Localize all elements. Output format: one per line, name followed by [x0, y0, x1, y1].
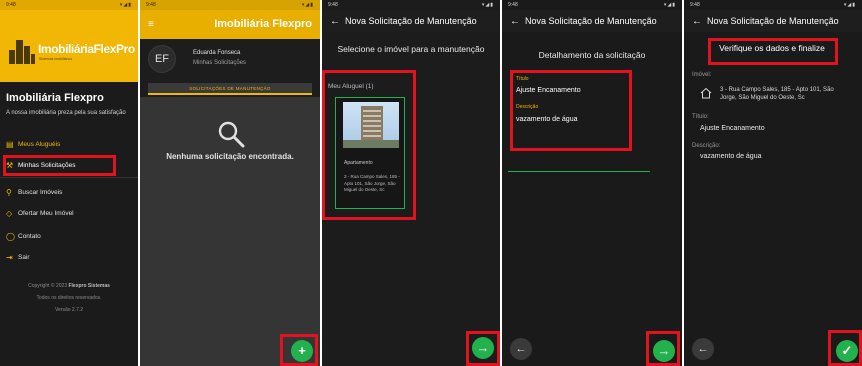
profile-section: EF Eduarda Fonseca Minhas Solicitações S…	[140, 39, 320, 97]
step-heading: Verifique os dados e finalize	[719, 43, 825, 53]
logo-tagline: Sistemas Imobiliários	[39, 57, 73, 61]
status-time: 9:48	[690, 2, 700, 8]
next-button[interactable]: →	[653, 340, 675, 362]
input-underline	[508, 171, 650, 172]
status-time: 9:48	[508, 2, 518, 8]
menu-item-buscar-imoveis[interactable]: ⚲ Buscar Imóveis	[6, 185, 62, 199]
status-icons: ▾◢▮	[663, 2, 676, 8]
property-type: Apartamento	[344, 160, 373, 166]
select-property-screen: 9:48 ▾◢▮ ← Nova Solicitação de Manutençã…	[322, 0, 500, 366]
menu-item-meus-alugueis[interactable]: ▤ Meus Aluguéis	[6, 137, 60, 151]
rights-line: Todos os direitos reservados.	[36, 295, 102, 301]
menu-item-ofertar-imovel[interactable]: ◇ Ofertar Meu Imóvel	[6, 206, 74, 220]
home-icon	[700, 87, 712, 99]
chat-icon: ◯	[6, 231, 15, 241]
empty-state-text: Nenhuma solicitação encontrada.	[166, 152, 294, 161]
status-icons: ▾◢▮	[481, 2, 494, 8]
finish-button[interactable]: ✓	[836, 340, 858, 362]
menu-item-label: Minhas Solicitações	[18, 161, 76, 169]
tab-solicitacoes[interactable]: SOLICITAÇÕES DE MANUTENÇÃO	[148, 83, 312, 95]
step-heading: Detalhamento da solicitação	[538, 50, 646, 60]
step-heading: Selecione o imóvel para a manutenção	[337, 44, 485, 54]
drawer-title: Imobiliária Flexpro	[6, 92, 104, 104]
description-field-label: Descrição	[516, 104, 539, 110]
drawer-header: ImobiliáriaFlexPro Sistemas Imobiliários	[0, 10, 138, 82]
copyright-line: Copyright © 2023 Flexpro Sistemas	[0, 283, 138, 289]
status-bar: 9:48 ▾◢▮	[322, 0, 500, 10]
back-button[interactable]: ←	[510, 338, 532, 360]
property-label: Imóvel:	[692, 72, 712, 78]
menu-item-label: Meus Aluguéis	[18, 140, 61, 148]
screen-title: Nova Solicitação de Manutenção	[707, 16, 839, 26]
add-solicitation-button[interactable]: +	[291, 340, 313, 362]
details-screen: 9:48 ▾◢▮ ← Nova Solicitação de Manutençã…	[502, 0, 682, 366]
screen-title: Nova Solicitação de Manutenção	[345, 16, 477, 26]
logout-icon: ⇥	[6, 252, 13, 262]
back-arrow-icon[interactable]: ←	[692, 16, 702, 27]
search-icon	[218, 121, 245, 148]
hamburger-menu-icon[interactable]: ≡	[148, 19, 154, 30]
status-time: 9:48	[328, 2, 338, 8]
user-subtitle: Minhas Solicitações	[193, 60, 247, 66]
status-icons: ▾◢▮	[843, 2, 856, 8]
property-address: 3 - Rua Campo Sales, 185 - Apto 101, São…	[344, 174, 400, 192]
wrench-icon: ⚒	[6, 160, 14, 170]
description-field[interactable]: vazamento de água	[516, 116, 578, 123]
copyright-prefix: Copyright © 2023	[28, 283, 69, 289]
back-arrow-icon[interactable]: ←	[330, 16, 340, 27]
screen-title: Nova Solicitação de Manutenção	[525, 16, 657, 26]
status-time: 9:48	[146, 2, 156, 8]
menu-item-minhas-solicitacoes[interactable]: ⚒ Minhas Solicitações	[6, 158, 75, 172]
top-bar: ← Nova Solicitação de Manutenção	[502, 10, 682, 32]
property-address: 3 - Rua Campo Sales, 185 - Apto 101, São…	[720, 87, 834, 101]
status-time: 9:48	[6, 2, 16, 8]
brand-logo: ImobiliáriaFlexPro Sistemas Imobiliários	[9, 36, 135, 66]
highlight-box	[510, 70, 632, 151]
logo-name: ImobiliáriaFlexPro	[38, 42, 135, 56]
title-value: Ajuste Encanamento	[700, 125, 765, 132]
menu-item-label: Sair	[18, 253, 30, 261]
top-bar: ← Nova Solicitação de Manutenção	[322, 10, 500, 32]
rental-group-label: Meu Aluguel (1)	[328, 83, 374, 90]
copyright-brand: Flexpro Sistemas	[68, 283, 110, 289]
top-bar: ← Nova Solicitação de Manutenção	[684, 10, 862, 32]
solicitations-screen: 9:48 ▾◢▮ ≡ Imobiliária Flexpro EF Eduard…	[140, 0, 320, 366]
app-title: Imobiliária Flexpro	[214, 18, 312, 30]
app-bar: ≡ Imobiliária Flexpro	[140, 10, 320, 39]
user-name: Eduarda Fonseca	[193, 50, 241, 56]
avatar: EF	[148, 45, 176, 73]
menu-divider	[0, 177, 138, 178]
building-icon	[9, 38, 35, 64]
status-bar: 9:48 ▾◢▮	[0, 0, 138, 10]
drawer-subtitle: A nossa imobiliária preza pela sua satis…	[6, 110, 126, 116]
next-button[interactable]: →	[472, 337, 494, 359]
description-label: Descrição:	[692, 143, 721, 149]
menu-item-contato[interactable]: ◯ Contato	[6, 229, 41, 243]
description-value: vazamento de água	[700, 153, 762, 160]
confirm-screen: 9:48 ▾◢▮ ← Nova Solicitação de Manutençã…	[684, 0, 862, 366]
menu-item-label: Buscar Imóveis	[18, 188, 63, 196]
property-photo	[343, 102, 399, 148]
menu-item-label: Contato	[18, 232, 41, 240]
title-field[interactable]: Ajuste Encanamento	[516, 87, 581, 94]
back-button[interactable]: ←	[692, 338, 714, 360]
status-icons: ▾◢▮	[301, 2, 314, 8]
calendar-icon: ▤	[6, 139, 14, 149]
status-bar: 9:48 ▾◢▮	[502, 0, 682, 10]
search-icon: ⚲	[6, 187, 12, 197]
drawer-screen: 9:48 ▾◢▮ ImobiliáriaFlexPro Sistemas Imo…	[0, 0, 138, 366]
back-arrow-icon[interactable]: ←	[510, 16, 520, 27]
version-line: Versão 2.7.2	[54, 307, 84, 313]
status-bar: 9:48 ▾◢▮	[684, 0, 862, 10]
property-card[interactable]: Apartamento 3 - Rua Campo Sales, 185 - A…	[335, 97, 405, 209]
status-icons: ▾◢▮	[119, 2, 132, 8]
title-label: Título:	[692, 114, 709, 120]
tag-icon: ◇	[6, 208, 13, 218]
solicitations-list: Nenhuma solicitação encontrada.	[140, 97, 320, 366]
menu-item-label: Ofertar Meu Imóvel	[18, 209, 74, 217]
title-field-label: Título	[516, 76, 529, 82]
status-bar: 9:48 ▾◢▮	[140, 0, 320, 10]
menu-item-sair[interactable]: ⇥ Sair	[6, 250, 30, 264]
